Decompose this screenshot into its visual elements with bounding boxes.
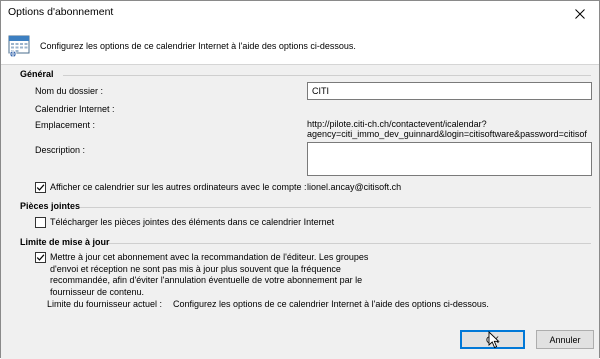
section-attachments-divider (80, 207, 591, 208)
checkmark-icon (36, 184, 45, 191)
folder-name-label: Nom du dossier : (35, 86, 104, 96)
location-url-line2: agency=citi_immo_dev_guinnard&login=citi… (307, 129, 587, 139)
mouse-pointer-icon (488, 331, 500, 349)
cancel-button[interactable]: Annuler (536, 330, 594, 349)
section-general-divider (63, 75, 591, 76)
close-icon (575, 9, 585, 19)
location-url-line1: http://pilote.citi-ch.ch/contactevent/ic… (307, 119, 487, 129)
dialog-body: Général Nom du dossier : Calendrier Inte… (1, 64, 599, 359)
section-update-limit-title: Limite de mise à jour (20, 237, 110, 247)
section-update-limit-divider (108, 243, 591, 244)
internet-calendar-label: Calendrier Internet : (35, 104, 115, 114)
close-button[interactable] (563, 1, 597, 27)
publisher-recommendation-checkbox[interactable] (35, 252, 46, 263)
title-bar[interactable]: Options d'abonnement (1, 1, 599, 27)
folder-name-input[interactable] (307, 82, 592, 100)
recommendation-line: d'envoi et réception ne sont pas mis à j… (50, 263, 341, 274)
subscription-options-dialog: Options d'abonnement Configurez les opti… (0, 0, 600, 359)
share-calendar-checkbox[interactable] (35, 182, 46, 193)
provider-limit-label: Limite du fournisseur actuel : (47, 299, 163, 309)
account-email: lionel.ancay@citisoft.ch (307, 182, 402, 192)
calendar-icon (8, 35, 30, 57)
share-calendar-label: Afficher ce calendrier sur les autres or… (50, 182, 307, 192)
section-general-title: Général (20, 69, 54, 79)
location-label: Emplacement : (35, 120, 96, 130)
header-description: Configurez les options de ce calendrier … (40, 41, 356, 51)
section-attachments-title: Pièces jointes (20, 201, 81, 211)
recommendation-line: Mettre à jour cet abonnement avec la rec… (50, 252, 369, 262)
checkmark-icon (36, 254, 45, 261)
description-label: Description : (35, 145, 86, 155)
recommendation-line: fournisseur de contenu. (50, 286, 145, 297)
description-textarea[interactable] (307, 142, 592, 176)
dialog-header: Configurez les options de ce calendrier … (1, 27, 599, 65)
provider-limit-value: Configurez les options de ce calendrier … (173, 299, 489, 309)
download-attachments-label: Télécharger les pièces jointes des éléme… (50, 217, 335, 227)
publisher-recommendation-text: Mettre à jour cet abonnement avec la rec… (50, 252, 368, 298)
recommendation-line: recommandée, afin d'éviter l'annulation … (50, 275, 363, 285)
window-title: Options d'abonnement (8, 6, 114, 18)
download-attachments-checkbox[interactable] (35, 217, 46, 228)
